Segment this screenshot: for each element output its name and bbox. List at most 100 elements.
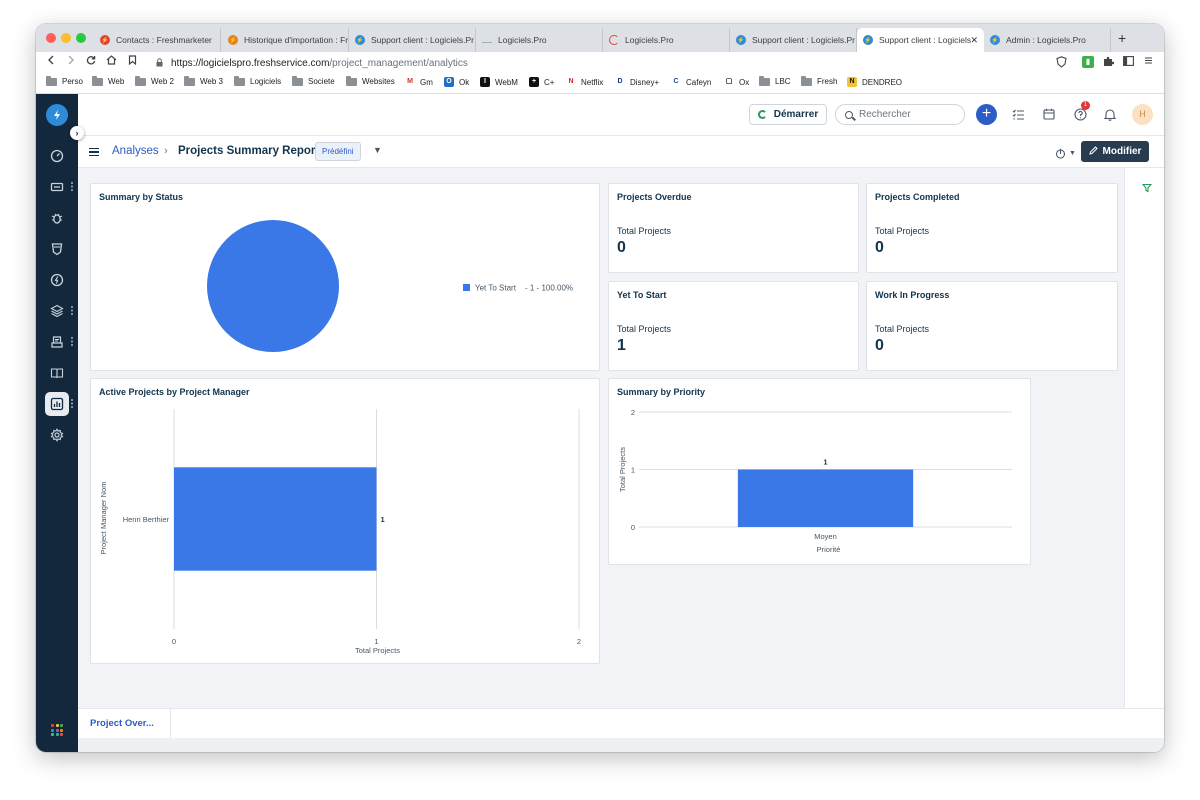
bar-data-label: 1: [381, 515, 385, 524]
nav-solutions-icon[interactable]: [45, 361, 69, 385]
widget-active-projects-by-manager[interactable]: Active Projects by Project Manager 0 1 2 To…: [90, 378, 600, 664]
folder-icon: [759, 75, 770, 86]
nav-admin-gear-icon[interactable]: [45, 423, 69, 447]
bookmark-websites[interactable]: Websites: [346, 75, 395, 86]
bookmark-label: Fresh: [817, 77, 838, 86]
nav-analytics-icon[interactable]: [45, 392, 69, 416]
sidebar-icon[interactable]: [1122, 56, 1134, 68]
bookmark-netflix[interactable]: N Netflix: [566, 77, 603, 87]
user-avatar[interactable]: H: [1132, 104, 1153, 125]
reload-icon[interactable]: [86, 55, 96, 68]
tab-title: Admin : Logiciels.Pro: [1006, 35, 1086, 45]
back-icon[interactable]: [46, 55, 56, 68]
browser-tab[interactable]: ⚡ Support client : Logiciels ✕: [857, 28, 984, 52]
menu-icon[interactable]: [1142, 56, 1154, 68]
freshworks-icon: ⚡: [228, 35, 238, 45]
widget-summary-by-status[interactable]: Summary by Status Yet To Start - 1 - 100…: [90, 183, 600, 371]
widget-yet-to-start[interactable]: Yet To Start Total Projects 1: [608, 281, 859, 371]
new-tab-button[interactable]: +: [1118, 30, 1126, 46]
nav-dashboard-icon[interactable]: [45, 144, 69, 168]
forward-icon[interactable]: [66, 55, 76, 68]
ox-icon: ▢: [724, 77, 734, 87]
y-tick-label: 1: [631, 466, 635, 475]
address-bar[interactable]: https://logicielspro.freshservice.com/pr…: [156, 54, 1052, 72]
widget-projects-completed[interactable]: Projects Completed Total Projects 0: [866, 183, 1118, 273]
todo-list-icon[interactable]: [1010, 106, 1026, 122]
freshservice-logo-icon[interactable]: [46, 104, 68, 126]
calendar-icon[interactable]: [1041, 106, 1057, 122]
notifications-bell-icon[interactable]: [1102, 106, 1118, 122]
browser-tab[interactable]: ⚡ Admin : Logiciels.Pro: [984, 28, 1111, 52]
browser-tab[interactable]: ⚡ Contacts : Freshmarketer: [94, 28, 221, 52]
bookmark-ox[interactable]: ▢ Ox: [724, 77, 749, 87]
nav-purchase-more-icon[interactable]: [71, 337, 73, 346]
maximize-window-button[interactable]: [76, 33, 86, 43]
bookmark-c-[interactable]: + C+: [529, 77, 554, 87]
hamburger-menu-icon[interactable]: [89, 148, 99, 157]
pencil-icon: [1088, 145, 1098, 158]
browser-tab[interactable]: ⚡ Support client : Logiciels.Pr: [730, 28, 857, 52]
bookmark-label: LBC: [775, 77, 791, 86]
bookmark-fresh[interactable]: Fresh: [801, 75, 838, 86]
widget-projects-overdue[interactable]: Projects Overdue Total Projects 0: [608, 183, 859, 273]
bookmark-ok[interactable]: O Ok: [444, 77, 469, 87]
browser-tab[interactable]: ⚡ Support client : Logiciels.Pr: [349, 28, 476, 52]
export-options-icon[interactable]: ▼: [1055, 146, 1076, 160]
search-icon: [845, 110, 853, 119]
edit-report-button[interactable]: Modifier: [1081, 141, 1149, 162]
start-button[interactable]: Démarrer: [749, 104, 827, 125]
extensions-puzzle-icon[interactable]: [1102, 56, 1114, 68]
widget-work-in-progress[interactable]: Work In Progress Total Projects 0: [866, 281, 1118, 371]
bookmark-icon[interactable]: [128, 55, 137, 68]
bookmark-web-2[interactable]: Web 2: [135, 75, 174, 86]
app-switcher-icon[interactable]: [51, 724, 63, 736]
y-tick-label: 0: [631, 523, 635, 532]
priority-bar[interactable]: [737, 469, 914, 528]
filter-icon[interactable]: [1141, 180, 1153, 198]
bookmark-logiciels[interactable]: Logiciels: [234, 75, 281, 86]
browser-tab[interactable]: Logiciels.Pro: [603, 28, 730, 52]
bookmark-dendreo[interactable]: N DENDREO: [847, 77, 902, 87]
pie-slice[interactable]: [207, 220, 339, 352]
close-tab-icon[interactable]: ✕: [970, 35, 978, 46]
nav-tickets-more-icon[interactable]: [71, 182, 73, 191]
kpi-label: Total Projects: [875, 324, 930, 334]
breadcrumb-analyses[interactable]: Analyses: [112, 145, 159, 157]
nav-releases-icon[interactable]: [45, 268, 69, 292]
nav-purchase-icon[interactable]: [45, 330, 69, 354]
bookmark-gm[interactable]: M Gm: [405, 77, 433, 87]
browser-tab[interactable]: ⚡ Historique d'importation : Fr: [222, 28, 349, 52]
manager-bar[interactable]: [174, 467, 377, 571]
expand-nav-icon[interactable]: ›: [70, 126, 84, 140]
bookmark-label: Ox: [739, 77, 750, 87]
bookmark-disney-[interactable]: D Disney+: [615, 77, 659, 87]
bookmark-webm[interactable]: I WebM: [480, 77, 518, 87]
legend-label-yet-to-start: Yet To Start: [475, 284, 517, 293]
report-tabs-bar: Project Over...: [78, 708, 1164, 739]
bookmark-lbc[interactable]: LBC: [759, 75, 791, 86]
chevron-down-icon[interactable]: ▼: [373, 145, 382, 155]
start-button-label: Démarrer: [773, 109, 819, 120]
brave-shield-icon[interactable]: [1055, 56, 1067, 68]
create-new-button[interactable]: +: [976, 104, 997, 125]
nav-assets-icon[interactable]: [45, 299, 69, 323]
tab-project-overview[interactable]: Project Over...: [78, 709, 171, 739]
close-window-button[interactable]: [46, 33, 56, 43]
nav-changes-icon[interactable]: [45, 237, 69, 261]
bookmark-cafeyn[interactable]: C Cafeyn: [671, 77, 711, 87]
widget-summary-by-priority[interactable]: Summary by Priority 0 1 2 Total Projects Pri…: [608, 378, 1031, 565]
extension-green-icon[interactable]: ▮: [1082, 56, 1094, 68]
bookmark-societe[interactable]: Societe: [292, 75, 335, 86]
home-icon[interactable]: [106, 55, 117, 68]
tab-title: Historique d'importation : Fr: [244, 35, 349, 45]
browser-tab[interactable]: Logiciels.Pro: [476, 28, 603, 52]
global-search-input[interactable]: Rechercher: [835, 104, 965, 125]
nav-tickets-icon[interactable]: [45, 175, 69, 199]
bookmark-web-3[interactable]: Web 3: [184, 75, 223, 86]
bookmark-web[interactable]: Web: [92, 75, 124, 86]
minimize-window-button[interactable]: [61, 33, 71, 43]
nav-analytics-more-icon[interactable]: [71, 399, 73, 408]
nav-problems-icon[interactable]: [45, 206, 69, 230]
bookmark-perso[interactable]: Perso: [46, 75, 83, 86]
nav-assets-more-icon[interactable]: [71, 306, 73, 315]
